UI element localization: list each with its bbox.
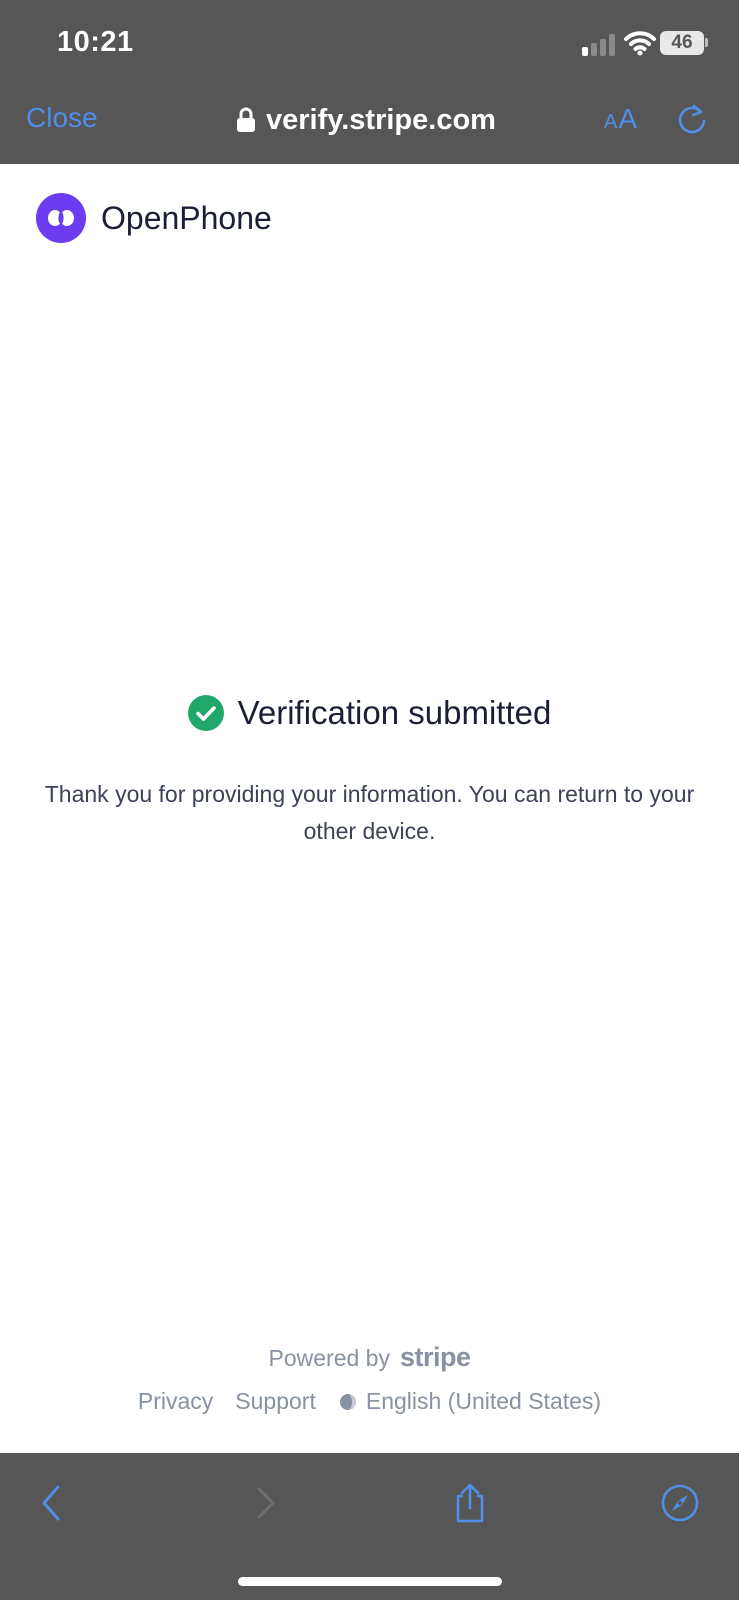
text-size-large-label: A — [618, 103, 639, 134]
compass-icon[interactable] — [660, 1483, 700, 1523]
reload-icon[interactable] — [675, 102, 709, 136]
privacy-link[interactable]: Privacy — [138, 1388, 213, 1415]
powered-by-label: Powered by — [268, 1345, 390, 1371]
share-icon[interactable] — [450, 1483, 490, 1523]
address-bar[interactable]: verify.stripe.com — [236, 100, 496, 140]
status-time: 10:21 — [57, 26, 134, 58]
text-size-button[interactable]: AA — [604, 103, 638, 135]
support-link[interactable]: Support — [235, 1388, 316, 1415]
brand-name: OpenPhone — [101, 199, 272, 236]
powered-by-stripe[interactable]: Powered by stripe — [0, 1342, 739, 1373]
stripe-logo: stripe — [399, 1342, 471, 1372]
language-label: English (United States) — [365, 1388, 602, 1414]
verification-title: Verification submitted — [0, 694, 739, 732]
language-selector[interactable]: English (United States) — [338, 1388, 601, 1415]
brand-header: OpenPhone — [36, 193, 272, 243]
globe-icon — [339, 1393, 356, 1410]
home-indicator — [238, 1577, 502, 1586]
checkmark-circle-icon — [187, 695, 224, 731]
verification-message: Thank you for providing your information… — [44, 781, 695, 844]
verification-title-text: Verification submitted — [237, 694, 552, 731]
battery-indicator: 46 — [660, 31, 704, 55]
back-icon[interactable] — [32, 1483, 72, 1523]
url-text: verify.stripe.com — [266, 103, 496, 136]
openphone-logo-icon — [36, 193, 86, 243]
footer-links: Privacy Support English (United States) — [0, 1388, 739, 1415]
text-size-small-label: A — [604, 111, 619, 133]
battery-nub — [705, 38, 708, 47]
forward-icon[interactable] — [245, 1483, 285, 1523]
cellular-signal-icon — [582, 34, 616, 56]
close-button[interactable]: Close — [26, 102, 98, 134]
wifi-icon — [624, 31, 656, 56]
lock-icon — [237, 107, 255, 132]
browser-top-bar: 10:21 46 Close verify.stripe.com AA — [0, 0, 739, 164]
